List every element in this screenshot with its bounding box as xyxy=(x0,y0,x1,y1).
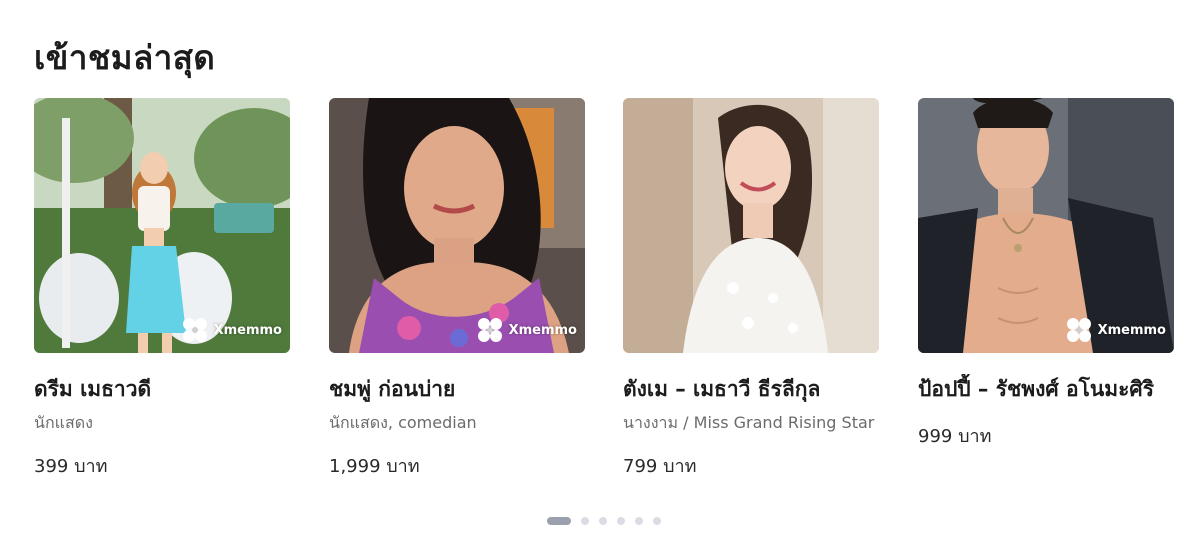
profile-price: 399 บาท xyxy=(34,456,108,477)
profile-name[interactable]: ตังเม – เมธาวี ธีรลีกุล xyxy=(623,374,879,404)
profile-photo[interactable]: Xmemmo xyxy=(34,98,290,353)
profile-role: นักแสดง xyxy=(34,413,93,432)
pagination-dot[interactable] xyxy=(617,517,625,525)
profile-role: นางงาม / Miss Grand Rising Star xyxy=(623,413,875,432)
profile-role: นักแสดง, comedian xyxy=(329,413,477,432)
profile-price: 1,999 บาท xyxy=(329,456,420,477)
profile-photo[interactable]: Xmemmo xyxy=(918,98,1174,353)
pagination-dot[interactable] xyxy=(653,517,661,525)
profile-card[interactable]: ตังเม – เมธาวี ธีรลีกุล นางงาม / Miss Gr… xyxy=(623,98,879,477)
profile-name[interactable]: ชมพู่ ก่อนบ่าย xyxy=(329,374,585,404)
profile-photo[interactable] xyxy=(623,98,879,353)
profile-photo[interactable]: Xmemmo xyxy=(329,98,585,353)
profile-photo-image xyxy=(623,98,879,353)
watermark: Xmemmo xyxy=(475,315,577,345)
watermark: Xmemmo xyxy=(1064,315,1166,345)
xmemmo-logo-icon xyxy=(477,318,502,342)
pagination-dot[interactable] xyxy=(599,517,607,525)
profile-name[interactable]: ป้อปปี้ – รัชพงศ์ อโนมะศิริ xyxy=(918,374,1174,404)
profile-price: 999 บาท xyxy=(918,426,992,447)
watermark: Xmemmo xyxy=(180,315,282,345)
profile-card[interactable]: Xmemmo ชมพู่ ก่อนบ่าย นักแสดง, comedian … xyxy=(329,98,585,477)
xmemmo-logo-icon xyxy=(1066,318,1091,342)
watermark-text: Xmemmo xyxy=(213,322,282,338)
profile-card[interactable]: Xmemmo ดรีม เมธาวดี นักแสดง 399 บาท xyxy=(34,98,290,477)
profile-card[interactable]: Xmemmo ป้อปปี้ – รัชพงศ์ อโนมะศิริ 999 บ… xyxy=(918,98,1174,447)
section-title: เข้าชมล่าสุด xyxy=(34,38,216,77)
profile-price: 799 บาท xyxy=(623,456,697,477)
pagination-dot[interactable] xyxy=(581,517,589,525)
pagination-dot[interactable] xyxy=(635,517,643,525)
recently-viewed-carousel: Xmemmo ดรีม เมธาวดี นักแสดง 399 บาท Xmem… xyxy=(34,98,1174,498)
watermark-text: Xmemmo xyxy=(1097,322,1166,338)
carousel-pagination xyxy=(547,517,661,525)
profile-name[interactable]: ดรีม เมธาวดี xyxy=(34,374,290,404)
pagination-dot-active[interactable] xyxy=(547,517,571,525)
xmemmo-logo-icon xyxy=(182,318,207,342)
watermark-text: Xmemmo xyxy=(508,322,577,338)
